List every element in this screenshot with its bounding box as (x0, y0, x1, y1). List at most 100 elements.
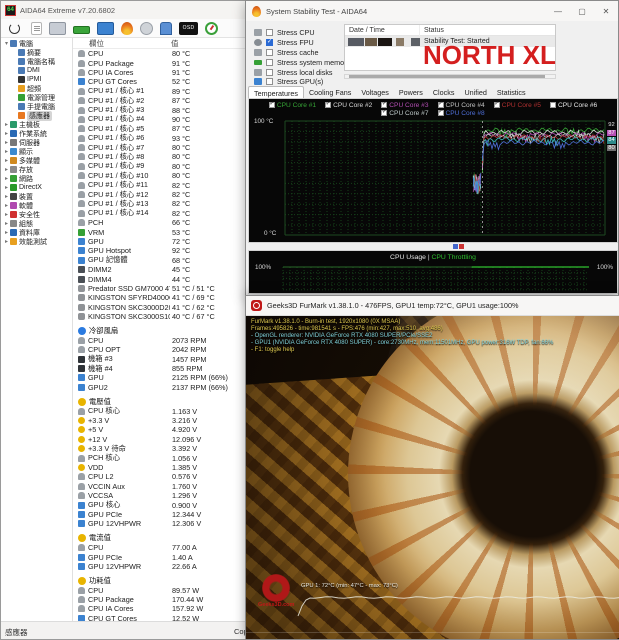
toolbar-button-icon[interactable] (97, 22, 114, 35)
col-status[interactable]: Status (420, 27, 444, 34)
toolbar-button-icon[interactable] (73, 26, 90, 34)
tree-expand-icon[interactable] (3, 157, 10, 164)
stress-checkbox[interactable] (266, 49, 273, 56)
stress-checkbox[interactable] (266, 39, 273, 46)
legend-item: CPU Core #2 (325, 101, 372, 109)
tree-expand-icon[interactable] (3, 238, 10, 245)
sensor-row-label: GPU 核心 (88, 500, 170, 510)
sensor-row-icon (78, 502, 85, 509)
stress-checkbox[interactable] (266, 69, 273, 76)
tree-item[interactable]: DMI (1, 66, 72, 75)
desktop: 64 AIDA64 Extreme v7.20.6802 電腦 摘要 (0, 0, 619, 640)
tree-expand-icon[interactable] (3, 139, 10, 146)
toolbar-button-icon[interactable] (205, 22, 218, 35)
close-button[interactable]: ✕ (594, 1, 618, 21)
sst-tab[interactable]: Clocks (428, 86, 460, 98)
tree-expand-icon[interactable] (3, 148, 10, 155)
legend-checkbox[interactable] (438, 110, 444, 116)
maximize-button[interactable]: ▢ (570, 1, 594, 21)
censor-block (396, 38, 405, 46)
timeline-marker (453, 244, 464, 249)
tree-item[interactable]: 網路 (1, 174, 72, 183)
sst-tab[interactable]: Cooling Fans (304, 86, 356, 98)
tree-expand-icon[interactable] (3, 229, 10, 236)
tree-expand-icon[interactable] (3, 184, 10, 191)
legend-checkbox[interactable] (438, 102, 444, 108)
sensor-row-value: 44 °C (170, 275, 190, 284)
sst-tab[interactable]: Unified (459, 86, 491, 98)
toolbar-button-icon[interactable] (31, 22, 42, 35)
tree-expand-icon[interactable] (3, 220, 10, 227)
legend-checkbox[interactable] (494, 102, 500, 108)
sensor-row-label: +12 V (88, 435, 170, 444)
stress-checkbox[interactable] (266, 78, 273, 85)
scrollbar-thumb[interactable] (349, 75, 545, 78)
column-value[interactable]: 值 (171, 38, 179, 49)
stress-label: Stress system memory (277, 58, 350, 67)
tree-item[interactable]: DirectX (1, 183, 72, 192)
sensor-row-icon (78, 346, 85, 353)
tree-item[interactable]: 效能測試 (1, 237, 72, 246)
sensor-row-label: GPU 12VHPWR (88, 519, 170, 528)
tree-item[interactable]: 存放 (1, 165, 72, 174)
toolbar-button-icon[interactable] (49, 22, 66, 35)
sensor-row-icon (78, 374, 85, 381)
sensor-row-value: 12.096 V (170, 435, 201, 444)
tree-item[interactable]: 手提電腦 (1, 102, 72, 111)
tree-expand-icon[interactable] (3, 193, 10, 200)
stress-option: Stress system memory (254, 57, 350, 67)
sensor-row-icon (78, 172, 85, 179)
tree-item-icon (10, 211, 17, 218)
toolbar-button-icon[interactable] (140, 22, 153, 35)
stress-option: Stress cache (254, 48, 350, 58)
legend-checkbox[interactable] (325, 102, 331, 108)
tree-expand-icon[interactable] (3, 166, 10, 173)
legend-checkbox[interactable] (550, 102, 556, 108)
stress-checkbox[interactable] (266, 59, 273, 66)
column-field[interactable]: 欄位 (73, 38, 171, 49)
toolbar-button-icon[interactable] (121, 22, 133, 35)
sensor-row-icon (78, 534, 86, 542)
sensor-row-value: 80 °C (170, 143, 190, 152)
sensor-row-icon (78, 483, 85, 490)
sensor-row-value: 52 °C (170, 77, 190, 86)
tree-item[interactable]: 裝置 (1, 192, 72, 201)
toolbar-button-icon[interactable] (7, 22, 24, 35)
tree-item-label: 電腦名稱 (27, 57, 55, 67)
tree-expand-icon[interactable] (3, 121, 10, 128)
sensor-row-icon (78, 554, 85, 561)
stress-options: Stress CPU Stress FPU Stress cache (254, 28, 350, 87)
tree-item[interactable]: 伺服器 (1, 138, 72, 147)
sensor-row-label: GPU PCIe (88, 553, 170, 562)
minimize-button[interactable]: — (546, 1, 570, 21)
sst-tab[interactable]: Temperatures (248, 86, 304, 98)
sst-tab[interactable]: Voltages (356, 86, 394, 98)
toolbar-button-icon[interactable] (179, 22, 198, 35)
toolbar-button-icon[interactable] (160, 22, 172, 35)
tree-expand-icon[interactable] (3, 175, 10, 182)
tree-item[interactable]: 電腦名稱 (1, 57, 72, 66)
tree-expand-icon[interactable] (3, 130, 10, 137)
legend-checkbox[interactable] (381, 110, 387, 116)
tree-item-icon (10, 148, 17, 155)
legend-checkbox[interactable] (381, 102, 387, 108)
tree-item[interactable]: 多媒體 (1, 156, 72, 165)
col-datetime[interactable]: Date / Time (345, 25, 420, 36)
sst-tab[interactable]: Powers (394, 86, 428, 98)
tree-expand-icon[interactable] (3, 202, 10, 209)
value-badge: 84 (607, 137, 616, 144)
stress-checkbox[interactable] (266, 29, 273, 36)
sensor-row-icon (78, 247, 85, 254)
sensor-row-label: CPU IA Cores (88, 68, 170, 77)
sst-tab[interactable]: Statistics (492, 86, 531, 98)
window-controls: — ▢ ✕ (546, 1, 618, 21)
furmark-window: Geeks3D FurMark v1.38.1.0 - 476FPS, GPU1… (245, 295, 619, 640)
censor-block (365, 38, 376, 46)
tree-expand-icon[interactable] (3, 211, 10, 218)
sensor-row-value: 2042 RPM (170, 345, 206, 354)
tree-expand-icon[interactable] (3, 40, 10, 47)
tree-item[interactable]: 安全性 (1, 210, 72, 219)
status-table-scrollbar[interactable] (344, 74, 556, 79)
legend-checkbox[interactable] (269, 102, 275, 108)
sensor-row-value: 89 °C (170, 87, 190, 96)
